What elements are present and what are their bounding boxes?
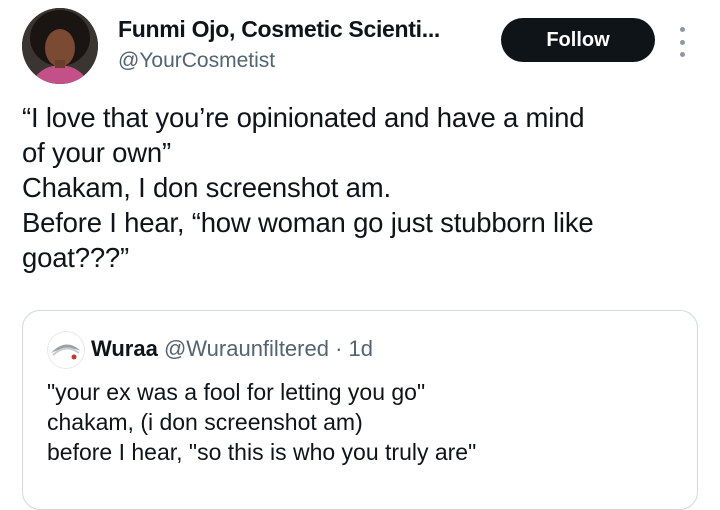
- more-dot: [679, 27, 685, 32]
- quoted-author-handle[interactable]: @Wuraunfiltered: [164, 336, 329, 361]
- tweet-line: Before I hear, “how woman go just stubbo…: [22, 207, 594, 238]
- quoted-line: before I hear, "so this is who you truly…: [47, 439, 477, 465]
- more-dot: [679, 52, 685, 57]
- author-handle[interactable]: @YourCosmetist: [118, 49, 275, 73]
- quoted-separator: ·: [335, 336, 343, 361]
- author-name[interactable]: Funmi Ojo, Cosmetic Scienti...: [118, 16, 440, 43]
- follow-button[interactable]: Follow: [501, 18, 655, 62]
- tweet-line: Chakam, I don screenshot am.: [22, 172, 391, 203]
- quoted-text: "your ex was a fool for letting you go" …: [47, 377, 476, 467]
- quoted-header: Wuraa @Wuraunfiltered · 1d: [91, 336, 373, 362]
- more-vertical-icon[interactable]: [674, 27, 690, 57]
- quoted-avatar-icon: [47, 331, 85, 369]
- profile-photo-icon: [22, 8, 98, 84]
- quoted-line: "your ex was a fool for letting you go": [47, 379, 426, 405]
- tweet-line: “I love that you’re opinionated and have…: [22, 102, 585, 133]
- quoted-author-name[interactable]: Wuraa: [91, 336, 158, 361]
- quoted-tweet[interactable]: Wuraa @Wuraunfiltered · 1d "your ex was …: [22, 310, 698, 510]
- more-dot: [679, 39, 685, 45]
- tweet-text: “I love that you’re opinionated and have…: [22, 100, 712, 275]
- tweet-line: goat???”: [22, 242, 129, 273]
- quoted-author-avatar[interactable]: [47, 331, 85, 369]
- tweet-line: of your own”: [22, 137, 171, 168]
- quoted-time[interactable]: 1d: [349, 336, 373, 361]
- author-avatar[interactable]: [22, 8, 98, 84]
- quoted-line: chakam, (i don screenshot am): [47, 409, 363, 435]
